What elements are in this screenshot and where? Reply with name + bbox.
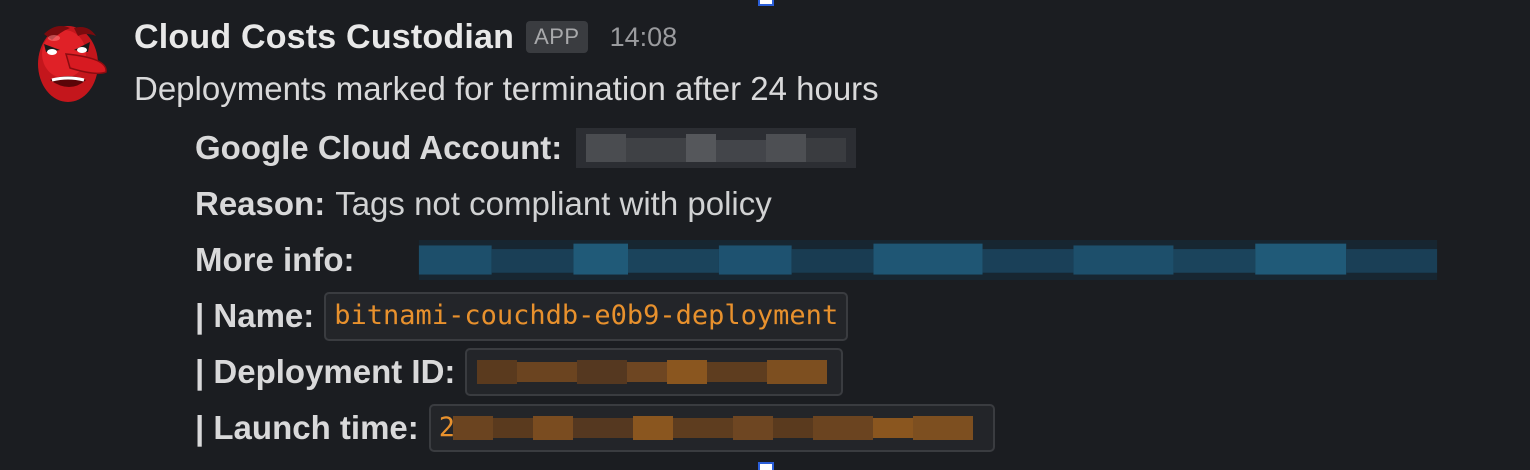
redacted-more-info-link[interactable] <box>368 240 1488 280</box>
launch-time-field: | Launch time: 2 <box>195 404 995 452</box>
more-info-field: More info: <box>195 236 1488 284</box>
selection-handle-top[interactable] <box>758 0 774 6</box>
more-info-label: More info: <box>195 241 355 278</box>
message-header: Cloud Costs Custodian APP 14:08 <box>134 14 677 60</box>
account-field: Google Cloud Account: <box>195 124 857 172</box>
reason-label: Reason: <box>195 185 326 222</box>
redacted-deployment-id <box>465 348 844 396</box>
reason-value: Tags not compliant with policy <box>335 185 772 222</box>
deployment-id-field: | Deployment ID: <box>195 348 844 396</box>
redacted-account-value <box>576 128 857 168</box>
redacted-launch-time: 2 <box>428 404 995 452</box>
sender-name[interactable]: Cloud Costs Custodian <box>134 18 514 57</box>
launch-time-label: | Launch time: <box>195 409 419 446</box>
tengu-mask-icon[interactable] <box>30 14 110 110</box>
account-label: Google Cloud Account: <box>195 129 563 166</box>
app-badge: APP <box>526 21 588 53</box>
name-field: | Name: bitnami-couchdb-e0b9-deployment <box>195 291 849 341</box>
message-headline: Deployments marked for termination after… <box>134 70 879 107</box>
reason-field: Reason: Tags not compliant with policy <box>195 180 772 228</box>
slack-message: Cloud Costs Custodian APP 14:08 Deployme… <box>0 0 1530 470</box>
message-timestamp[interactable]: 14:08 <box>610 22 678 53</box>
name-label: | Name: <box>195 297 315 334</box>
selection-handle-bottom[interactable] <box>758 462 774 470</box>
deployment-name-code: bitnami-couchdb-e0b9-deployment <box>324 291 849 341</box>
deployment-id-label: | Deployment ID: <box>195 353 456 390</box>
